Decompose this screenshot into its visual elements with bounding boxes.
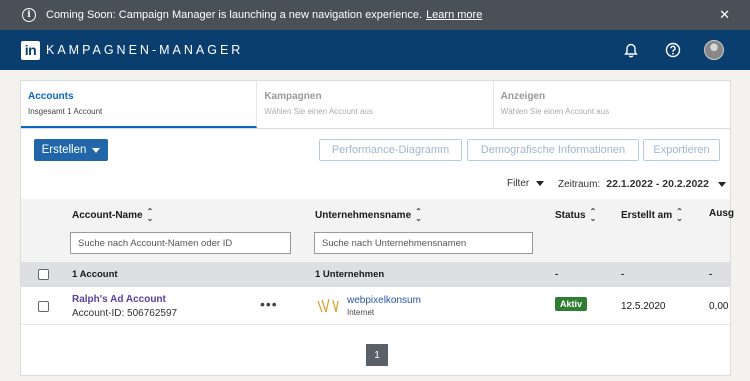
tab-title: Kampagnen	[264, 91, 322, 102]
date-range-picker[interactable]: Zeitraum: 22.1.2022 - 20.2.2022	[558, 178, 726, 190]
summary-account: 1 Account	[72, 269, 118, 280]
column-label: Erstellt am	[621, 209, 673, 221]
column-label: Ausg	[709, 208, 734, 219]
pagination-page-1[interactable]: 1	[366, 344, 388, 366]
summary-spend: -	[709, 269, 713, 280]
app-title: KAMPAGNEN-MANAGER	[46, 43, 244, 57]
row-checkbox[interactable]	[38, 301, 49, 312]
learn-more-link[interactable]: Learn more	[426, 9, 482, 21]
linkedin-logo[interactable]: in	[21, 40, 40, 60]
tab-subtitle: Wählen Sie einen Account aus	[264, 107, 373, 116]
performance-chart-button[interactable]: Performance-Diagramm	[319, 139, 462, 161]
tab-title: Accounts	[28, 91, 74, 102]
tab-subtitle: Wählen Sie einen Account aus	[500, 107, 610, 116]
table-header: Account-Name ⌃ ⌄ Unternehmensname ⌃ ⌄ Stat…	[21, 199, 734, 262]
created-date: 12.5.2020	[621, 301, 666, 312]
filter-dropdown[interactable]: Filter	[507, 178, 545, 189]
info-icon: i	[22, 8, 36, 22]
close-icon[interactable]: ✕	[719, 7, 730, 23]
summary-created: -	[621, 269, 625, 280]
summary-status: -	[555, 269, 559, 280]
sort-icon: ⌃ ⌄	[589, 207, 597, 223]
notice-banner: i Coming Soon: Campaign Manager is launc…	[0, 0, 750, 30]
create-button[interactable]: Erstellen	[34, 139, 108, 161]
sort-icon: ⌃ ⌄	[415, 207, 422, 223]
column-account-name[interactable]: Account-Name ⌃ ⌄	[72, 207, 154, 223]
demographics-button[interactable]: Demografische Informationen	[467, 139, 639, 161]
sort-icon: ⌃ ⌄	[146, 207, 154, 223]
company-search-input[interactable]	[314, 232, 533, 254]
period-label: Zeitraum:	[558, 178, 601, 190]
column-created[interactable]: Erstellt am ⌃ ⌄	[621, 207, 683, 223]
select-all-checkbox[interactable]	[38, 269, 49, 280]
top-header: in KAMPAGNEN-MANAGER	[0, 30, 750, 70]
toolbar: Erstellen Performance-Diagramm Demografi…	[21, 129, 730, 167]
filter-bar: Filter Zeitraum: 22.1.2022 - 20.2.2022	[21, 167, 730, 199]
company-logo	[317, 297, 341, 318]
account-search-input[interactable]	[70, 232, 291, 254]
column-label: Status	[555, 209, 586, 221]
column-label: Account-Name	[72, 209, 143, 221]
banner-text: Coming Soon: Campaign Manager is launchi…	[46, 9, 423, 21]
tab-accounts[interactable]: Accounts Insgesamt 1 Account	[21, 81, 258, 128]
column-spend[interactable]: Ausg	[709, 208, 734, 219]
filter-label: Filter	[507, 178, 530, 189]
sort-icon: ⌃ ⌄	[676, 207, 683, 223]
period-value: 22.1.2022 - 20.2.2022	[606, 178, 709, 190]
tab-title: Anzeigen	[500, 91, 546, 102]
create-label: Erstellen	[41, 144, 87, 156]
tab-ads[interactable]: Anzeigen Wählen Sie einen Account aus	[494, 81, 730, 128]
column-label: Unternehmensname	[315, 209, 412, 221]
chevron-down-icon	[92, 147, 101, 153]
column-status[interactable]: Status ⌃ ⌄	[555, 207, 597, 223]
accounts-card: Accounts Insgesamt 1 Account Kampagnen W…	[20, 80, 734, 376]
more-options-icon[interactable]: •••	[260, 296, 278, 312]
company-industry: Internet	[347, 308, 375, 317]
table-row: Ralph's Ad Account Account-ID: 506762597…	[21, 287, 730, 325]
bell-icon[interactable]	[620, 39, 642, 61]
tab-subtitle: Insgesamt 1 Account	[28, 107, 103, 116]
tab-campaigns[interactable]: Kampagnen Wählen Sie einen Account aus	[257, 81, 494, 128]
summary-company: 1 Unternehmen	[315, 269, 385, 280]
status-badge: Aktiv	[555, 297, 588, 311]
help-icon[interactable]	[662, 39, 684, 61]
account-id: Account-ID: 506762597	[72, 308, 178, 319]
account-name-link[interactable]: Ralph's Ad Account	[72, 294, 177, 305]
spend-value: 0,00	[709, 301, 729, 312]
chevron-down-icon	[718, 181, 726, 187]
export-button[interactable]: Exportieren	[643, 139, 720, 161]
chevron-down-icon	[536, 181, 545, 186]
company-name-link[interactable]: webpixelkonsum	[347, 295, 421, 306]
column-company-name[interactable]: Unternehmensname ⌃ ⌄	[315, 207, 422, 223]
avatar[interactable]	[704, 40, 724, 60]
tab-bar: Accounts Insgesamt 1 Account Kampagnen W…	[21, 81, 730, 129]
summary-row: 1 Account 1 Unternehmen - - -	[21, 262, 730, 287]
